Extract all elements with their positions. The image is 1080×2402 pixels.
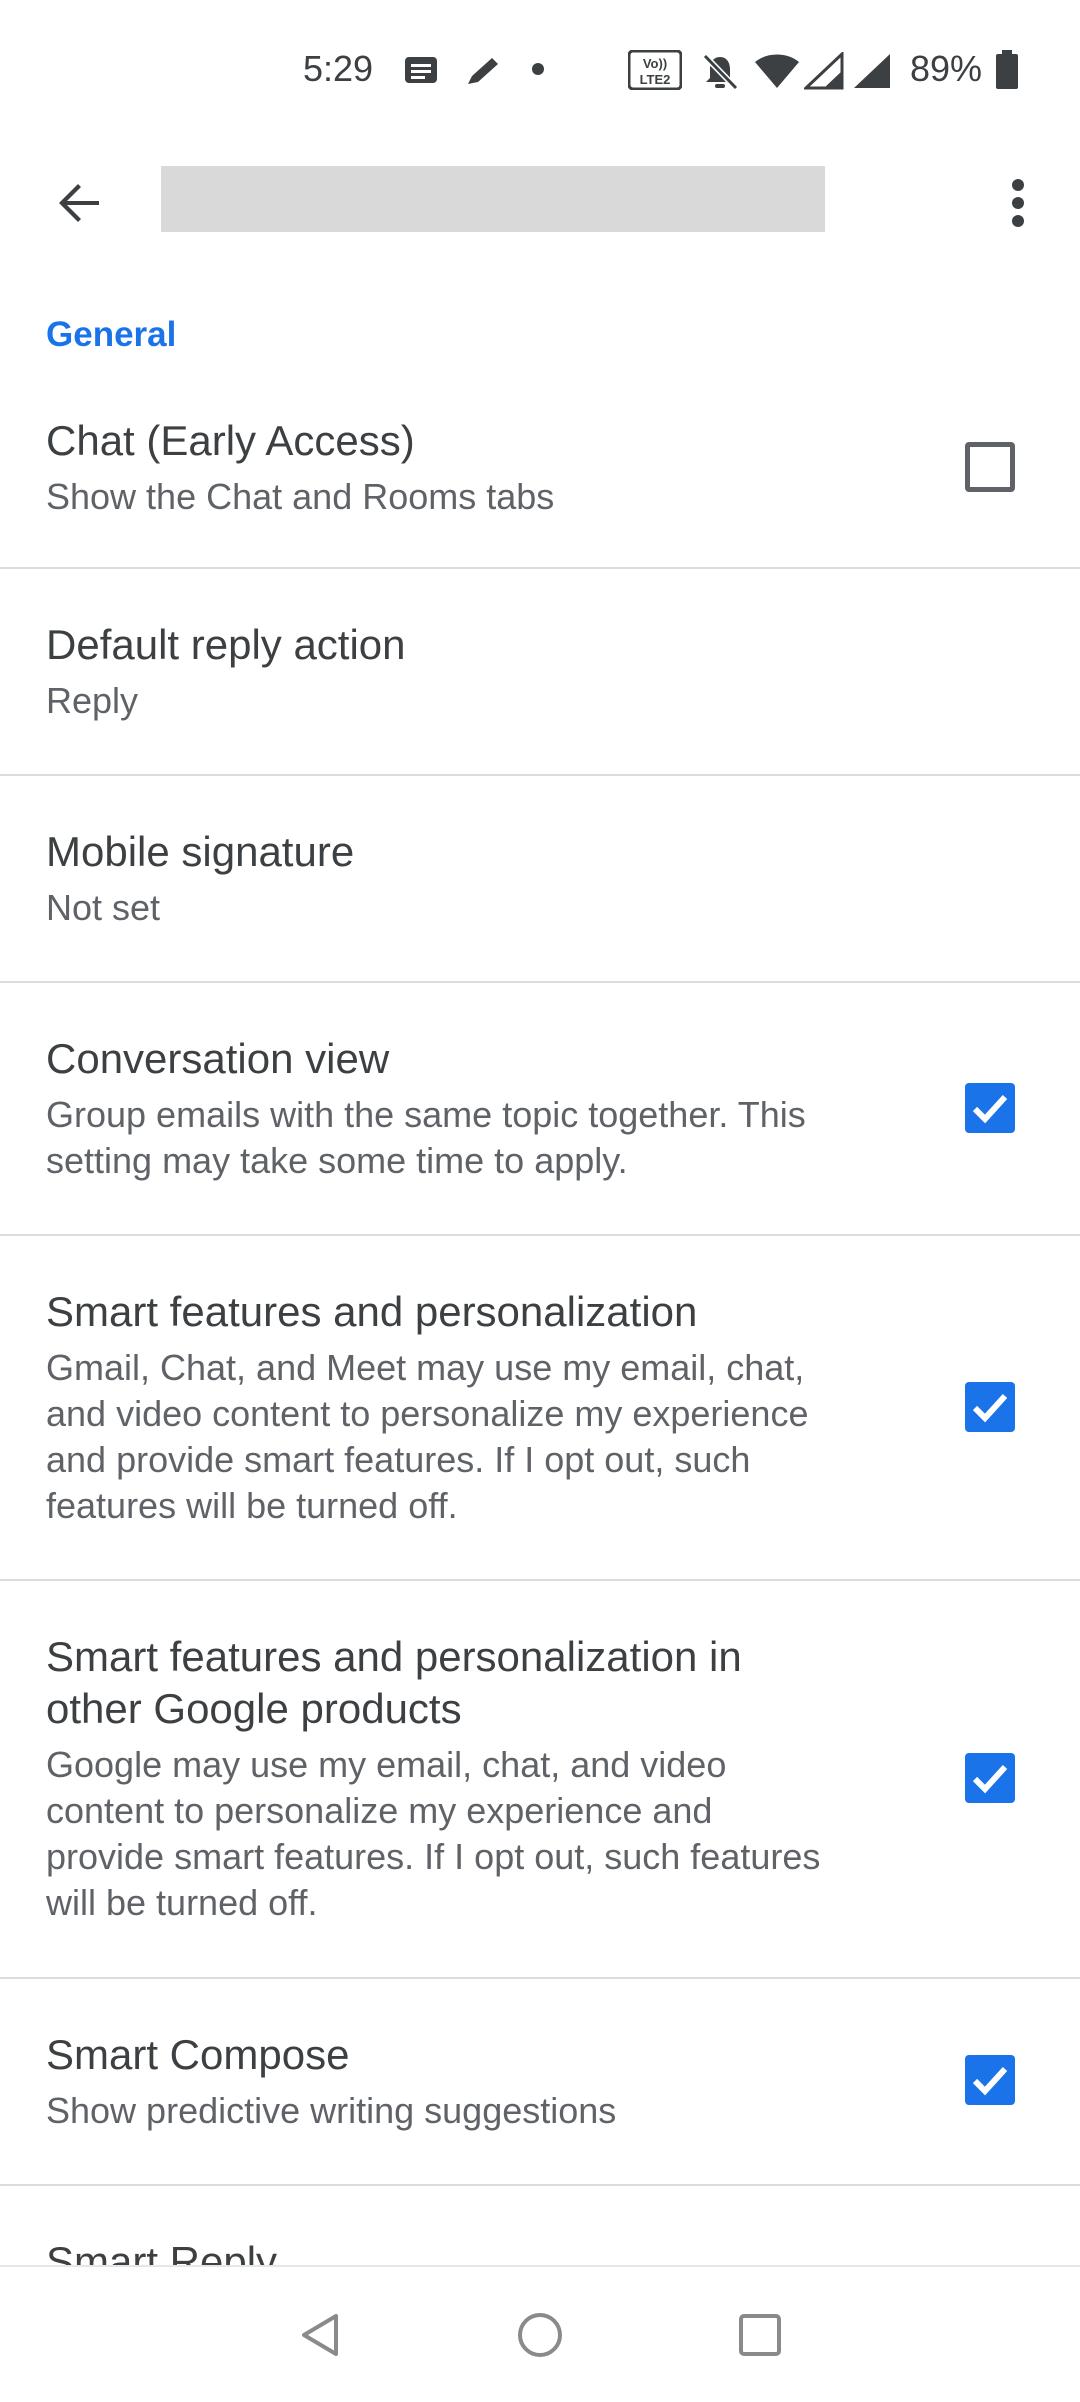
nav-recents-icon <box>735 2310 785 2365</box>
pen-icon <box>462 52 502 97</box>
bell-off-icon <box>700 52 740 97</box>
chat-checkbox[interactable] <box>965 442 1015 492</box>
setting-subtitle: Show predictive writing suggestions <box>46 2090 617 2131</box>
smart-features-other-checkbox[interactable] <box>965 1753 1015 1803</box>
nav-back-button[interactable] <box>281 2297 361 2377</box>
wifi-icon <box>754 52 800 95</box>
setting-subtitle: Show the Chat and Rooms tabs <box>46 476 555 517</box>
setting-title: Chat (Early Access) <box>46 417 415 464</box>
volte2-icon: Vo)) LTE2 <box>627 49 683 95</box>
settings-list: General Chat (Early Access) Show the Cha… <box>0 250 1080 2265</box>
setting-title: Smart Compose <box>46 2031 350 2078</box>
nav-home-icon <box>515 2310 565 2365</box>
system-nav-bar <box>0 2265 1080 2402</box>
back-button[interactable] <box>40 165 120 245</box>
dot-icon <box>531 62 545 81</box>
signal-icon <box>852 52 892 95</box>
svg-text:Vo)): Vo)) <box>643 56 667 71</box>
battery-icon <box>995 50 1019 95</box>
setting-default-reply-action[interactable]: Default reply action Reply <box>0 569 1080 776</box>
setting-title: Conversation view <box>46 1035 390 1082</box>
setting-subtitle: Reply <box>46 680 139 721</box>
signal-icon <box>802 50 844 95</box>
setting-subtitle-line: Gmail, Chat, and Meet may use my email, … <box>46 1347 805 1388</box>
setting-smart-compose[interactable]: Smart Compose Show predictive writing su… <box>0 1979 1080 2186</box>
smart-compose-checkbox[interactable] <box>965 2055 1015 2105</box>
setting-conversation-view[interactable]: Conversation view Group emails with the … <box>0 983 1080 1236</box>
account-title-redacted <box>161 166 825 232</box>
smart-features-checkbox[interactable] <box>965 1382 1015 1432</box>
setting-title: Smart Reply <box>46 2238 278 2265</box>
battery-percent: 89% <box>910 48 983 89</box>
setting-chat-early-access[interactable]: Chat (Early Access) Show the Chat and Ro… <box>0 390 1080 569</box>
setting-subtitle-line: setting may take some time to apply. <box>46 1140 628 1181</box>
status-bar: 5:29 Vo)) LTE2 89% <box>0 0 1080 140</box>
setting-title: Default reply action <box>46 621 406 668</box>
message-icon <box>403 55 439 92</box>
setting-smart-reply[interactable]: Smart Reply <box>0 2186 1080 2265</box>
setting-subtitle-line: content to personalize my experience and <box>46 1790 713 1831</box>
setting-subtitle-line: and video content to personalize my expe… <box>46 1393 809 1434</box>
setting-smart-features[interactable]: Smart features and personalization Gmail… <box>0 1236 1080 1581</box>
setting-title-line: other Google products <box>46 1685 462 1732</box>
more-vert-icon <box>1010 178 1026 233</box>
conversation-view-checkbox[interactable] <box>965 1083 1015 1133</box>
nav-back-icon <box>296 2310 346 2365</box>
more-options-button[interactable] <box>990 165 1046 245</box>
setting-title: Mobile signature <box>46 828 355 875</box>
setting-subtitle-line: will be turned off. <box>46 1882 318 1923</box>
app-bar <box>0 140 1080 250</box>
setting-subtitle-line: Google may use my email, chat, and video <box>46 1744 727 1785</box>
setting-subtitle: Not set <box>46 887 161 928</box>
setting-title-line: Smart features and personalization in <box>46 1633 742 1680</box>
setting-subtitle-line: features will be turned off. <box>46 1485 458 1526</box>
setting-title: Smart features and personalization <box>46 1288 698 1335</box>
nav-home-button[interactable] <box>500 2297 580 2377</box>
section-header-general: General <box>46 315 177 354</box>
svg-text:LTE2: LTE2 <box>640 72 671 87</box>
nav-recents-button[interactable] <box>720 2297 800 2377</box>
status-time: 5:29 <box>303 48 374 89</box>
setting-mobile-signature[interactable]: Mobile signature Not set <box>0 776 1080 983</box>
arrow-back-icon <box>55 178 105 233</box>
setting-subtitle-line: provide smart features. If I opt out, su… <box>46 1836 821 1877</box>
setting-subtitle-line: Group emails with the same topic togethe… <box>46 1094 806 1135</box>
setting-smart-features-other-products[interactable]: Smart features and personalization in ot… <box>0 1581 1080 1979</box>
setting-subtitle-line: and provide smart features. If I opt out… <box>46 1439 751 1480</box>
